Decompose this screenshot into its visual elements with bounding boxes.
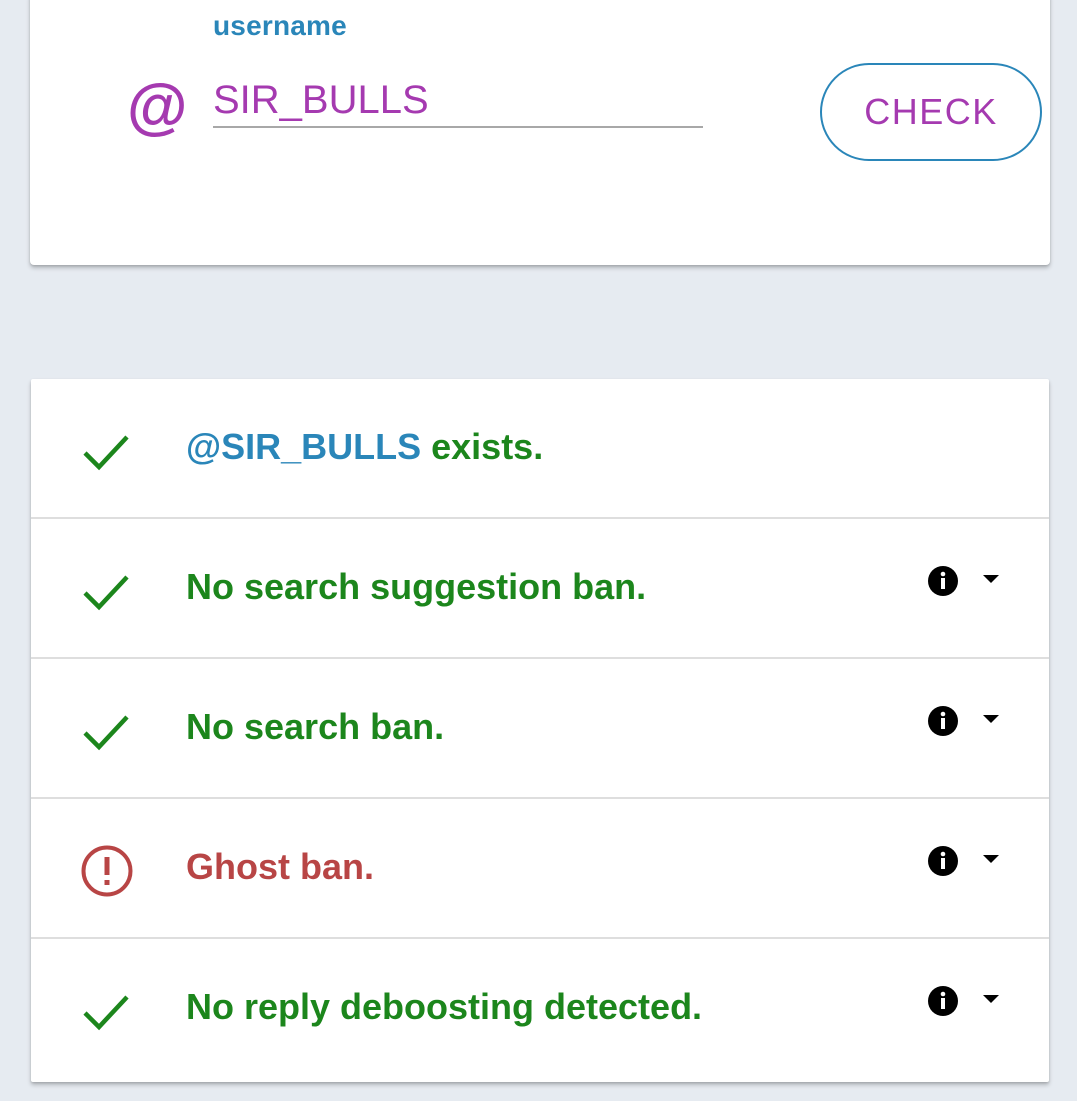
check-icon [83,995,129,1031]
alert-circle-icon [81,845,133,897]
result-text: No search ban. [186,706,445,747]
result-text: Ghost ban. [186,846,374,887]
chevron-down-icon[interactable] [981,573,1001,585]
check-icon [83,435,129,471]
info-icon[interactable] [927,565,959,597]
result-row-ghost-ban: Ghost ban. [31,799,1049,939]
chevron-down-icon[interactable] [981,993,1001,1005]
results-card: @SIR_BULLS exists. No search suggestion … [31,379,1049,1082]
chevron-down-icon[interactable] [981,853,1001,865]
info-icon[interactable] [927,985,959,1017]
at-sign-icon: @ [126,73,187,142]
result-row-search-suggestion-ban: No search suggestion ban. [31,519,1049,659]
result-row-exists: @SIR_BULLS exists. [31,379,1049,519]
username-form-card: username @ CHECK [30,0,1050,265]
result-message: exists. [421,426,544,467]
info-icon[interactable] [927,845,959,877]
result-text: @SIR_BULLS exists. [186,423,543,471]
result-handle: @SIR_BULLS [186,426,422,467]
result-text: No search suggestion ban. [186,566,647,607]
check-icon [83,715,129,751]
chevron-down-icon[interactable] [981,713,1001,725]
result-row-search-ban: No search ban. [31,659,1049,799]
result-row-reply-deboosting: No reply deboosting detected. [31,939,1049,1079]
info-icon[interactable] [927,705,959,737]
check-icon [83,575,129,611]
check-button[interactable]: CHECK [820,63,1042,161]
username-label: username [213,10,347,41]
result-text: No reply deboosting detected. [186,986,703,1027]
username-input[interactable] [213,74,703,128]
